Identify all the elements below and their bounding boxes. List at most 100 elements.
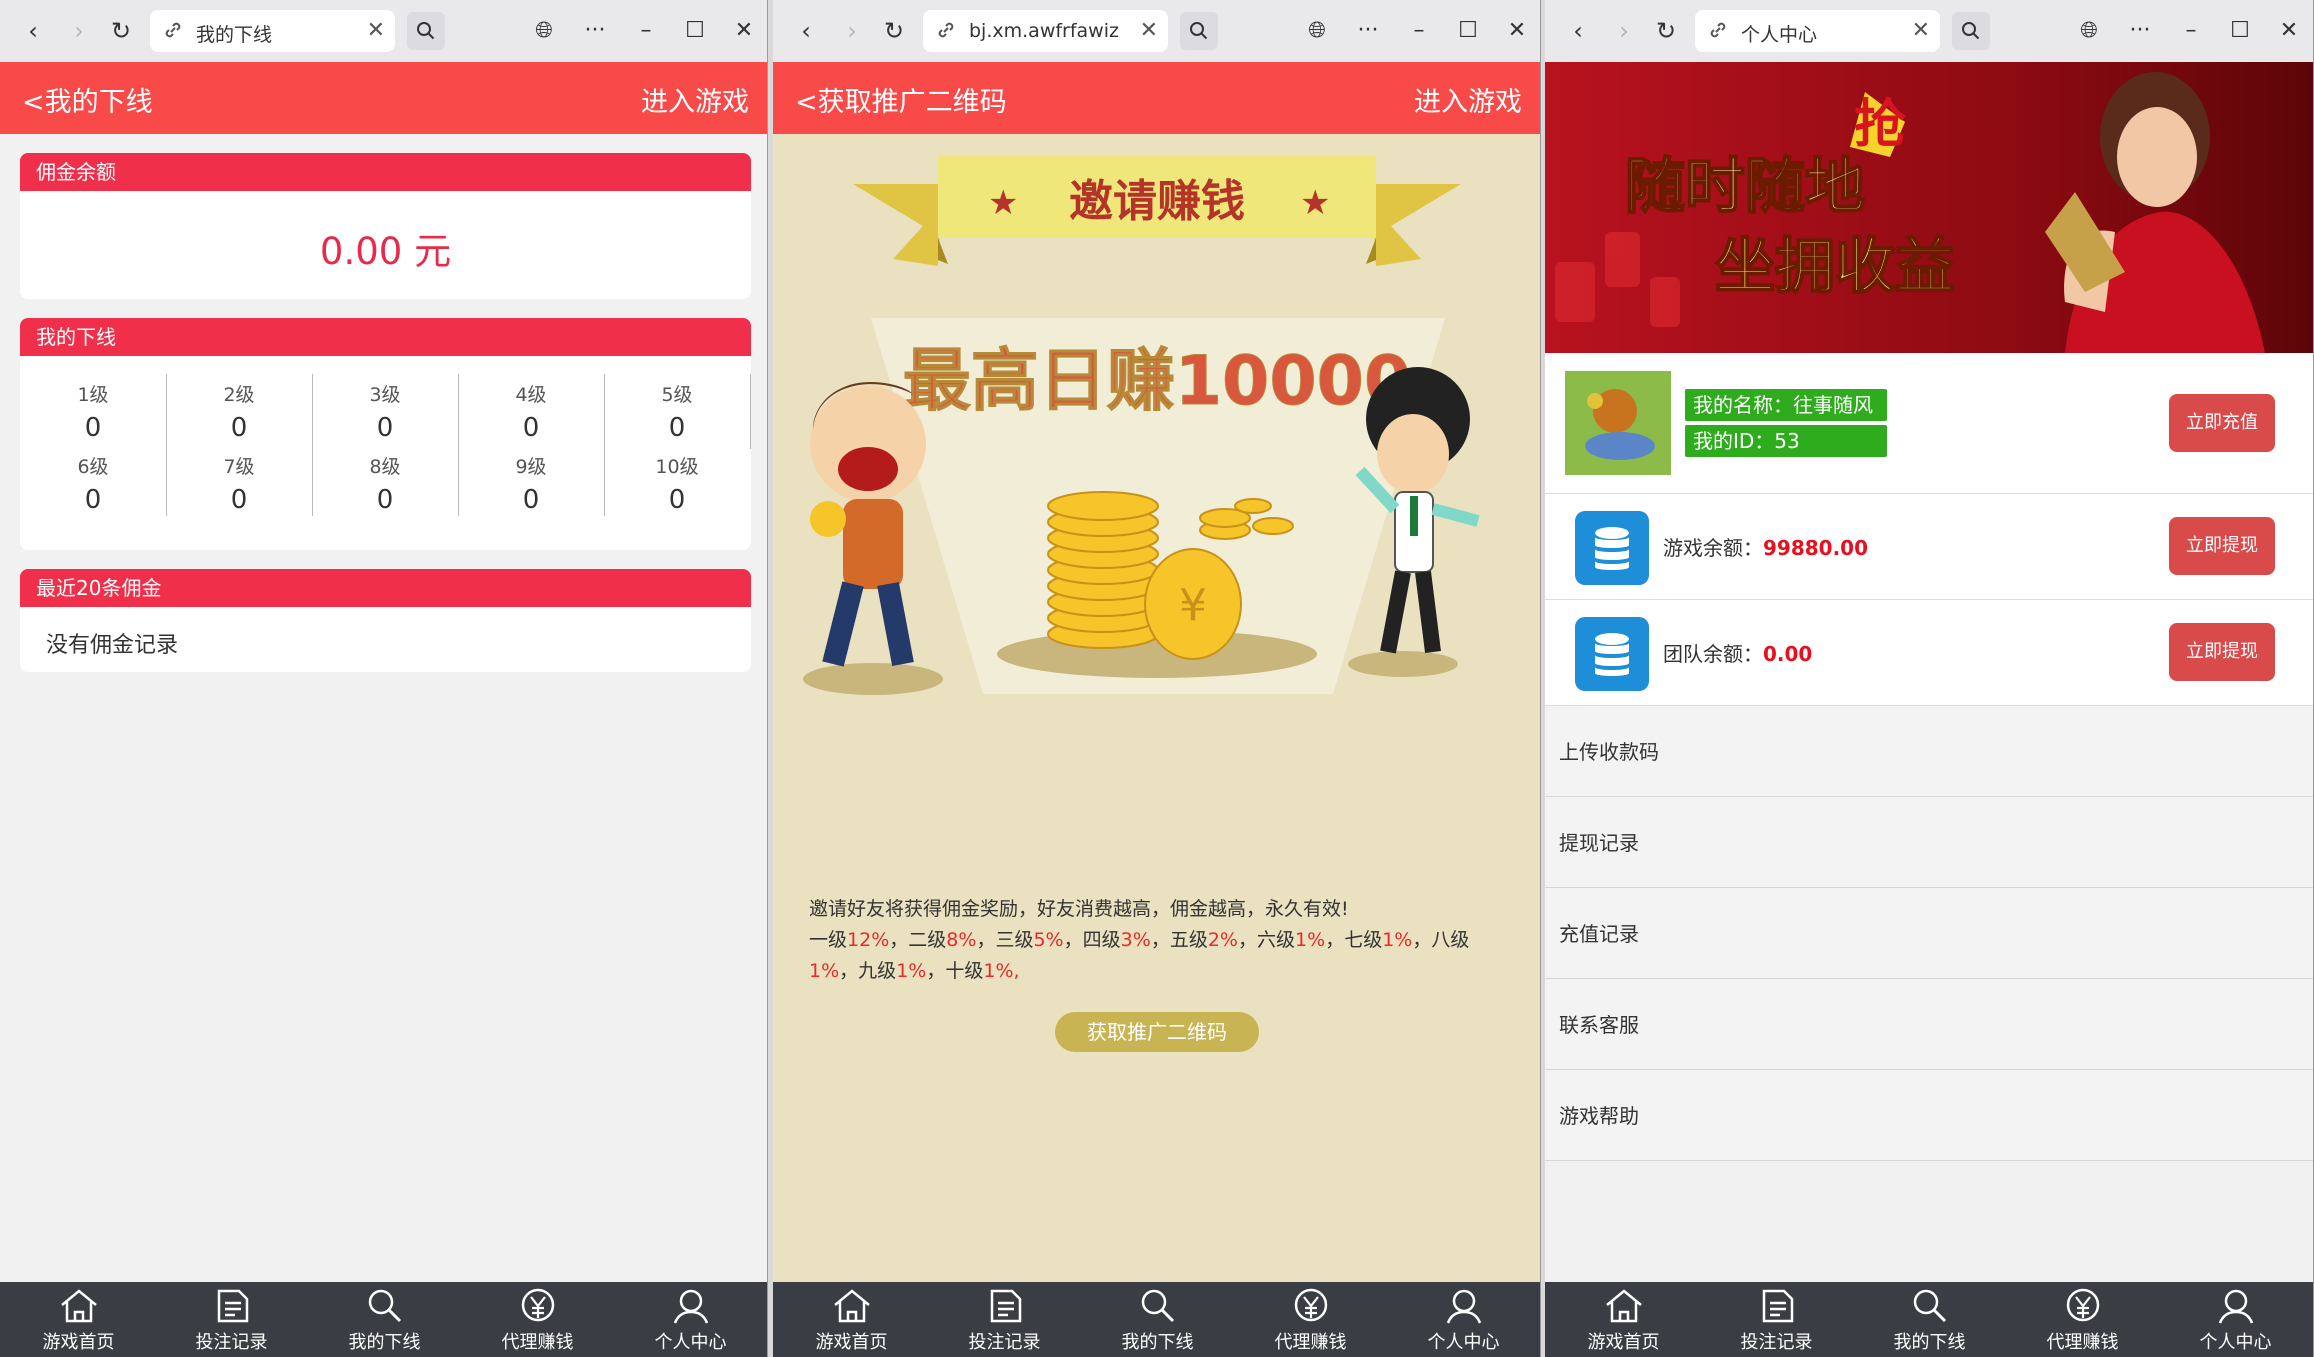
minimize-icon[interactable]: – bbox=[629, 14, 663, 48]
window-invite: ‹ › ↻ bj.xm.awfrfawizyc ✕ 🌐︎ ··· – ☐ ✕ <… bbox=[773, 0, 1541, 1357]
window-profile: ‹ › ↻ 个人中心 ✕ 🌐︎ ··· – ☐ ✕ 抢 随时随地 坐拥收益 我的… bbox=[1545, 0, 2314, 1357]
search-icon bbox=[417, 22, 435, 40]
minimize-icon[interactable]: – bbox=[1402, 14, 1436, 48]
page-header: <获取推广二维码 进入游戏 bbox=[773, 62, 1540, 134]
forward-icon[interactable]: › bbox=[835, 14, 869, 48]
nav-downline[interactable]: 我的下线 bbox=[1081, 1282, 1234, 1357]
recharge-button[interactable]: 立即充值 bbox=[2169, 394, 2275, 452]
bottom-nav: 游戏首页 投注记录 我的下线 代理赚钱 个人中心 bbox=[773, 1282, 1540, 1357]
nav-agent[interactable]: 代理赚钱 bbox=[461, 1282, 614, 1357]
menu-contact-support[interactable]: 联系客服 bbox=[1545, 979, 2313, 1070]
close-window-icon[interactable]: ✕ bbox=[1500, 14, 1534, 48]
level-label: 1级 bbox=[77, 384, 109, 406]
menu-withdraw-records[interactable]: 提现记录 bbox=[1545, 797, 2313, 888]
minimize-icon[interactable]: – bbox=[2174, 14, 2208, 48]
close-tab-icon[interactable]: ✕ bbox=[1140, 18, 1158, 43]
more-icon[interactable]: ··· bbox=[1351, 14, 1385, 48]
search-button[interactable] bbox=[1180, 12, 1218, 50]
game-balance-value: 99880.00 bbox=[1763, 536, 1869, 560]
level-cell: 7级 0 bbox=[166, 452, 312, 515]
close-window-icon[interactable]: ✕ bbox=[727, 14, 761, 48]
globe-icon[interactable]: 🌐︎ bbox=[2072, 14, 2106, 48]
invite-line-1: 邀请好友将获得佣金奖励，好友消费越高，佣金越高，永久有效! bbox=[809, 898, 1349, 920]
level-label: 8级 bbox=[369, 456, 401, 478]
nav-bets[interactable]: 投注记录 bbox=[155, 1282, 308, 1357]
maximize-icon[interactable]: ☐ bbox=[678, 14, 712, 48]
nav-agent[interactable]: 代理赚钱 bbox=[2006, 1282, 2159, 1357]
reload-icon[interactable]: ↻ bbox=[877, 14, 911, 48]
back-icon[interactable]: ‹ bbox=[789, 14, 823, 48]
nav-label: 个人中心 bbox=[654, 1332, 727, 1353]
nav-home[interactable]: 游戏首页 bbox=[775, 1282, 928, 1357]
globe-icon[interactable]: 🌐︎ bbox=[1300, 14, 1334, 48]
document-icon bbox=[1762, 1289, 1794, 1323]
maximize-icon[interactable]: ☐ bbox=[2223, 14, 2257, 48]
globe-icon[interactable]: 🌐︎ bbox=[527, 14, 561, 48]
browser-tab[interactable]: bj.xm.awfrfawizyc ✕ bbox=[923, 10, 1168, 52]
level-count: 0 bbox=[230, 413, 248, 443]
menu-upload-qr[interactable]: 上传收款码 bbox=[1545, 706, 2313, 797]
document-icon bbox=[217, 1289, 249, 1323]
close-window-icon[interactable]: ✕ bbox=[2272, 14, 2306, 48]
link-icon bbox=[1710, 22, 1726, 38]
level-label: 4级 bbox=[515, 384, 547, 406]
menu-recharge-records[interactable]: 充值记录 bbox=[1545, 888, 2313, 979]
level-label: 7级 bbox=[223, 456, 255, 478]
nav-home[interactable]: 游戏首页 bbox=[1547, 1282, 1700, 1357]
nav-label: 我的下线 bbox=[1893, 1332, 1966, 1353]
nav-profile[interactable]: 个人中心 bbox=[2159, 1282, 2312, 1357]
more-icon[interactable]: ··· bbox=[2123, 14, 2157, 48]
back-link[interactable]: <获取推广二维码 bbox=[795, 80, 1007, 119]
link-icon bbox=[938, 22, 954, 38]
level-label: 5级 bbox=[661, 384, 693, 406]
home-icon bbox=[834, 1289, 870, 1323]
forward-icon[interactable]: › bbox=[1607, 14, 1641, 48]
user-id: 我的ID：53 bbox=[1685, 425, 1887, 457]
nav-home[interactable]: 游戏首页 bbox=[2, 1282, 155, 1357]
banner-art: 抢 随时随地 坐拥收益 bbox=[1555, 72, 2265, 353]
home-icon bbox=[1606, 1289, 1642, 1323]
back-link[interactable]: <我的下线 bbox=[22, 80, 153, 119]
level-count: 0 bbox=[376, 413, 394, 443]
maximize-icon[interactable]: ☐ bbox=[1451, 14, 1485, 48]
nav-bets[interactable]: 投注记录 bbox=[928, 1282, 1081, 1357]
nav-label: 游戏首页 bbox=[815, 1332, 888, 1353]
level-cell: 6级 0 bbox=[20, 452, 166, 515]
nav-bets[interactable]: 投注记录 bbox=[1700, 1282, 1853, 1357]
withdraw-button[interactable]: 立即提现 bbox=[2169, 517, 2275, 575]
search-icon bbox=[1190, 22, 1208, 40]
menu-label: 充值记录 bbox=[1559, 922, 1639, 946]
search-button[interactable] bbox=[1952, 12, 1990, 50]
browser-tab[interactable]: 个人中心 ✕ bbox=[1695, 10, 1940, 52]
more-icon[interactable]: ··· bbox=[578, 14, 612, 48]
promo-banner: 抢 随时随地 坐拥收益 bbox=[1545, 62, 2313, 353]
get-qr-code-button[interactable]: 获取推广二维码 bbox=[1055, 1012, 1259, 1052]
back-icon[interactable]: ‹ bbox=[16, 14, 50, 48]
close-tab-icon[interactable]: ✕ bbox=[1912, 18, 1930, 43]
close-tab-icon[interactable]: ✕ bbox=[367, 18, 385, 43]
nav-downline[interactable]: 我的下线 bbox=[1853, 1282, 2006, 1357]
enter-game-link[interactable]: 进入游戏 bbox=[1414, 80, 1522, 119]
search-button[interactable] bbox=[407, 12, 445, 50]
enter-game-link[interactable]: 进入游戏 bbox=[641, 80, 749, 119]
reload-icon[interactable]: ↻ bbox=[1649, 14, 1683, 48]
nav-profile[interactable]: 个人中心 bbox=[614, 1282, 767, 1357]
nav-label: 我的下线 bbox=[1121, 1332, 1194, 1353]
reload-icon[interactable]: ↻ bbox=[104, 14, 138, 48]
nav-agent[interactable]: 代理赚钱 bbox=[1234, 1282, 1387, 1357]
nav-downline[interactable]: 我的下线 bbox=[308, 1282, 461, 1357]
level-label: 10级 bbox=[655, 456, 699, 478]
nav-label: 我的下线 bbox=[348, 1332, 421, 1353]
level-cell: 2级 0 bbox=[166, 380, 312, 443]
window-my-downline: ‹ › ↻ 我的下线 ✕ 🌐︎ ··· – ☐ ✕ <我的下线 进入游戏 佣金余… bbox=[0, 0, 768, 1357]
browser-tab[interactable]: 我的下线 ✕ bbox=[150, 10, 395, 52]
search-icon bbox=[1962, 22, 1980, 40]
menu-game-help[interactable]: 游戏帮助 bbox=[1545, 1070, 2313, 1161]
back-icon[interactable]: ‹ bbox=[1561, 14, 1595, 48]
invite-illustration: ★ ★ 邀请赚钱 最高日赚10000 ¥ bbox=[803, 156, 1480, 695]
forward-icon[interactable]: › bbox=[62, 14, 96, 48]
withdraw-button[interactable]: 立即提现 bbox=[2169, 623, 2275, 681]
team-balance-row: 团队余额：0.00 立即提现 bbox=[1545, 600, 2313, 706]
level-cell: 10级 0 bbox=[604, 452, 750, 515]
nav-profile[interactable]: 个人中心 bbox=[1387, 1282, 1540, 1357]
